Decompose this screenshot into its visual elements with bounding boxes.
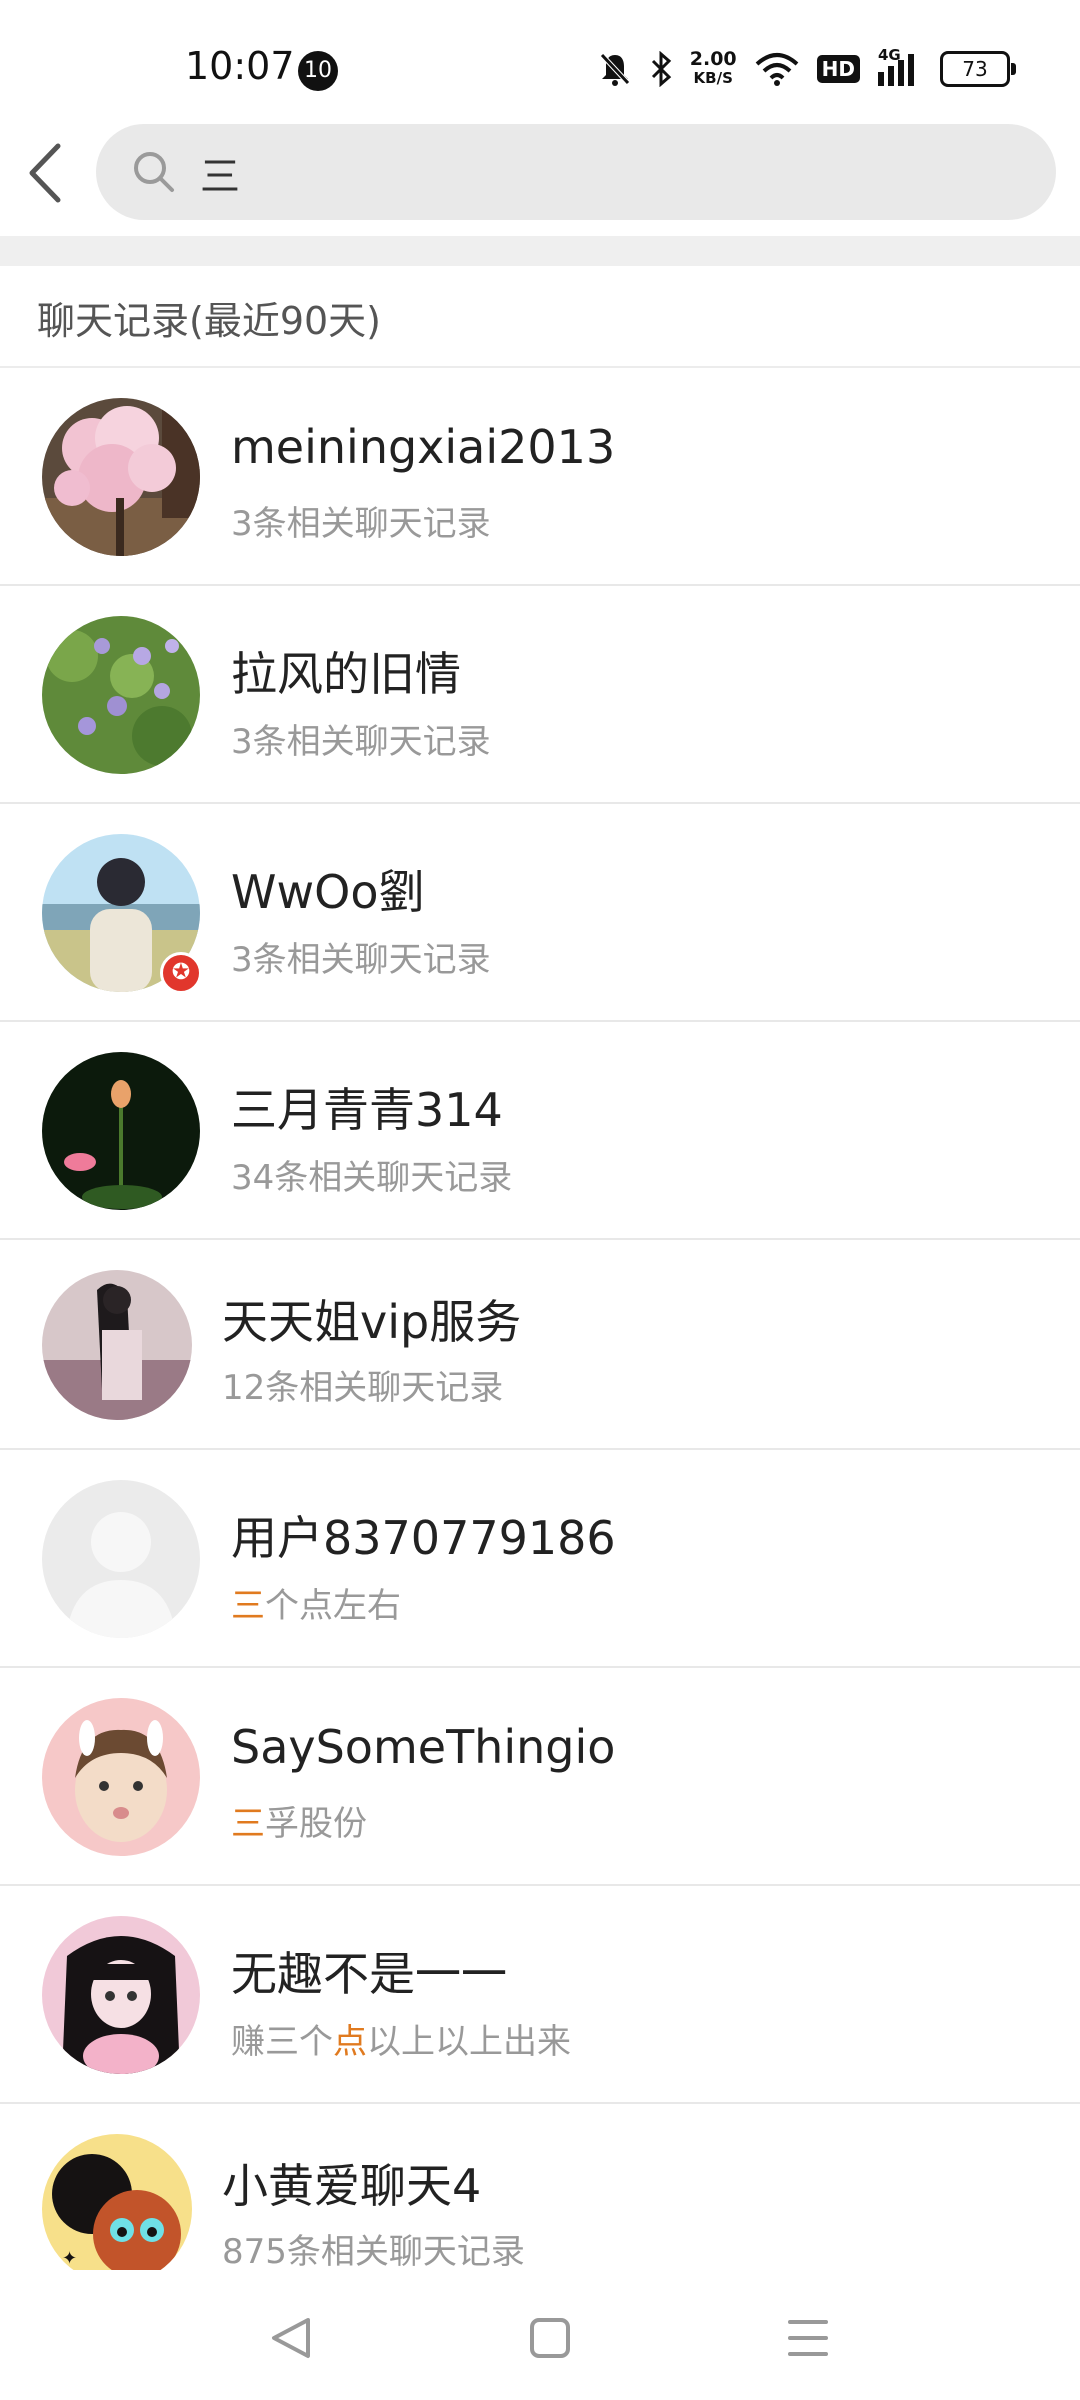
bluetooth-icon	[650, 51, 672, 87]
chat-result-list: meiningxiai2013 3条相关聊天记录 拉风的旧情 3条相关聊天记录	[0, 368, 1080, 2322]
summary-text: 3条相关聊天记录	[231, 940, 491, 980]
list-item[interactable]: 用户8370779186 三个点左右	[0, 1450, 1080, 1668]
system-nav-bar	[0, 2270, 1080, 2400]
result-summary: 三孚股份	[231, 1796, 367, 1845]
result-summary: 3条相关聊天记录	[231, 714, 491, 763]
status-bar: 10:07 10 2.00 KB/S HD 4G 73	[0, 0, 1080, 120]
summary-text: 3条相关聊天记录	[231, 722, 491, 762]
back-triangle-icon	[272, 2318, 310, 2358]
avatar	[42, 1052, 200, 1210]
status-time: 10:07	[185, 44, 295, 88]
verified-badge-icon: ✪	[160, 952, 202, 994]
contact-name: 用户8370779186	[231, 1511, 616, 1565]
avatar	[42, 398, 200, 556]
result-summary: 3条相关聊天记录	[231, 496, 491, 545]
signal-icon: 4G	[878, 46, 922, 86]
result-summary: 875条相关聊天记录	[222, 2224, 525, 2273]
nav-menu-button[interactable]	[778, 2308, 838, 2368]
notification-count-badge: 10	[298, 51, 338, 91]
contact-name: 小黄爱聊天4	[222, 2159, 482, 2213]
list-item[interactable]: 拉风的旧情 3条相关聊天记录	[0, 586, 1080, 804]
summary-highlight: 三	[231, 1586, 265, 1626]
summary-text-after: 孚股份	[265, 1804, 367, 1844]
back-button[interactable]	[24, 142, 80, 212]
summary-text: 34条相关聊天记录	[231, 1158, 513, 1198]
summary-text-after: 个点左右	[265, 1586, 401, 1626]
signal-label: 4G	[878, 46, 901, 64]
result-summary: 赚三个点以上以上出来	[231, 2014, 571, 2063]
wifi-icon	[755, 52, 799, 86]
summary-text: 3条相关聊天记录	[231, 504, 491, 544]
list-item[interactable]: SaySomeThingio 三孚股份	[0, 1668, 1080, 1886]
list-item[interactable]: 三月青青314 34条相关聊天记录	[0, 1022, 1080, 1240]
avatar	[42, 1698, 200, 1856]
back-arrow-icon	[29, 143, 61, 203]
search-input[interactable]: 三	[200, 144, 240, 202]
list-item[interactable]: ✪ WwOo劉 3条相关聊天记录	[0, 804, 1080, 1022]
contact-name: 拉风的旧情	[231, 647, 461, 701]
summary-text: 赚三个	[231, 2022, 333, 2062]
search-header: 三	[0, 120, 1080, 236]
contact-name: SaySomeThingio	[231, 1720, 616, 1774]
nav-home-button[interactable]	[520, 2308, 580, 2368]
list-item[interactable]: 天天姐vip服务 12条相关聊天记录	[0, 1240, 1080, 1450]
mute-bell-icon	[598, 51, 632, 87]
result-summary: 3条相关聊天记录	[231, 932, 491, 981]
contact-name: 天天姐vip服务	[222, 1295, 522, 1349]
status-icons: 2.00 KB/S HD 4G 73	[598, 44, 1016, 94]
menu-lines-icon	[788, 2320, 828, 2356]
list-item[interactable]: meiningxiai2013 3条相关聊天记录	[0, 368, 1080, 586]
home-square-icon	[530, 2318, 570, 2358]
search-bar[interactable]: 三	[96, 124, 1056, 220]
avatar	[42, 1270, 192, 1420]
battery-icon: 73	[940, 51, 1016, 87]
net-speed-unit: KB/S	[693, 69, 733, 87]
contact-name: WwOo劉	[231, 865, 425, 919]
result-summary: 12条相关聊天记录	[222, 1360, 503, 1409]
avatar	[42, 616, 200, 774]
header-separator	[0, 236, 1080, 266]
list-item[interactable]: 无趣不是一一 赚三个点以上以上出来	[0, 1886, 1080, 2104]
net-speed-value: 2.00	[689, 48, 737, 70]
summary-highlight: 点	[333, 2022, 367, 2062]
contact-name: 无趣不是一一	[231, 1947, 507, 2001]
nav-back-button[interactable]	[262, 2308, 322, 2368]
default-avatar-icon	[42, 1480, 200, 1638]
contact-name: 三月青青314	[231, 1083, 503, 1137]
result-summary: 34条相关聊天记录	[231, 1150, 512, 1199]
summary-text-after: 以上以上出来	[367, 2022, 571, 2062]
avatar	[42, 1916, 200, 2074]
search-icon	[132, 150, 176, 198]
contact-name: meiningxiai2013	[231, 420, 616, 474]
result-summary: 三个点左右	[231, 1578, 401, 1627]
summary-highlight: 三	[231, 1804, 265, 1844]
section-title: 聊天记录(最近90天)	[37, 299, 382, 343]
net-speed: 2.00 KB/S	[690, 50, 737, 88]
summary-text: 875条相关聊天记录	[222, 2232, 525, 2272]
summary-text: 12条相关聊天记录	[222, 1368, 504, 1408]
hd-label: HD	[816, 55, 860, 83]
avatar: ✦	[42, 2134, 192, 2284]
svg-text:✦: ✦	[62, 2248, 77, 2269]
